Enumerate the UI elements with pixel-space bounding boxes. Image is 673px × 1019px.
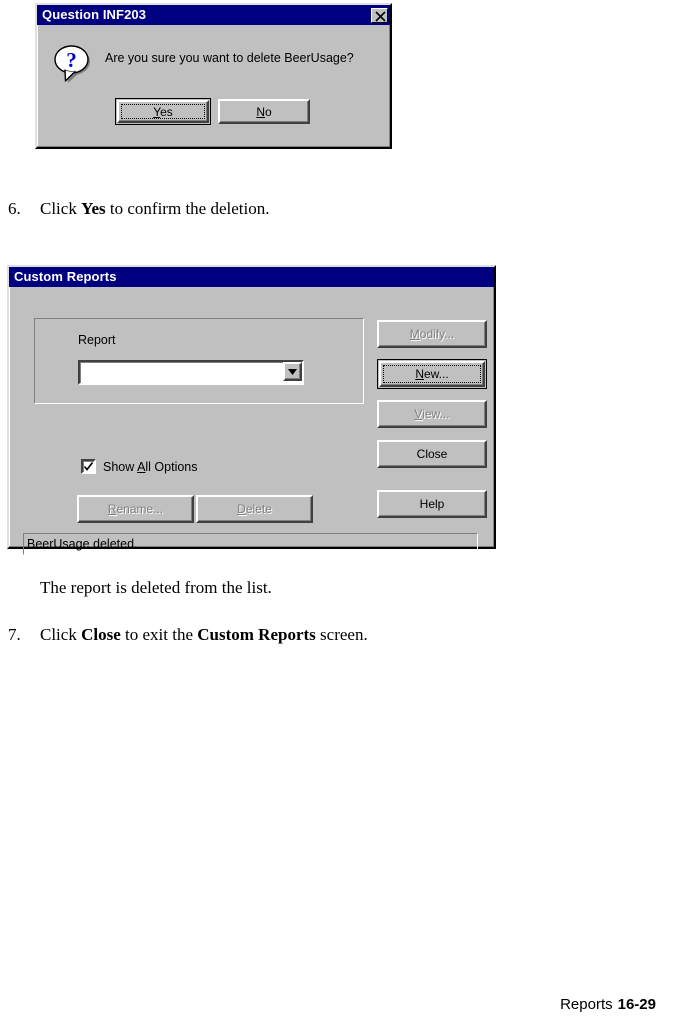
- report-label: Report: [78, 333, 116, 347]
- step-7-text-before: Click: [40, 625, 82, 644]
- modify-button[interactable]: Modify...: [377, 320, 487, 348]
- page-footer: Reports 16-29: [560, 996, 656, 1013]
- checkbox-label-before: Show: [103, 459, 138, 474]
- no-button-label: No: [256, 104, 272, 119]
- status-bar-text: BeerUsage deleted.: [27, 537, 138, 551]
- modify-button-label: Modify...: [409, 327, 455, 341]
- question-dialog: Question INF203 ? Are you sure you want …: [35, 3, 392, 149]
- checkbox-label-after: ll Options: [145, 459, 198, 474]
- step-7-text-middle: to exit the: [120, 625, 198, 644]
- report-combobox-field[interactable]: [78, 360, 304, 385]
- custom-reports-title: Custom Reports: [14, 269, 117, 284]
- yes-button-inner: Yes: [117, 100, 209, 123]
- report-combobox[interactable]: [78, 360, 304, 385]
- show-all-options-row[interactable]: Show All Options: [81, 459, 198, 474]
- step-7-number: 7.: [8, 625, 21, 644]
- view-button[interactable]: View...: [377, 400, 487, 428]
- no-button[interactable]: No: [218, 99, 310, 124]
- close-button[interactable]: Close: [377, 440, 487, 468]
- step-7-text: Click Close to exit the Custom Reports s…: [40, 625, 368, 645]
- step-7-bold-close: Close: [81, 625, 121, 644]
- rename-button[interactable]: Rename...: [77, 495, 194, 523]
- custom-reports-body: Report Show All Options Rename... Delete…: [9, 287, 494, 555]
- step-6-text-after: to confirm the deletion.: [105, 199, 270, 218]
- step-7-bold-custom-reports: Custom Reports: [197, 625, 316, 644]
- close-button-label: Close: [416, 447, 448, 461]
- question-dialog-title: Question INF203: [42, 7, 147, 22]
- svg-text:?: ?: [66, 48, 77, 72]
- help-button-label: Help: [419, 497, 445, 511]
- show-all-options-checkbox[interactable]: [81, 459, 96, 474]
- help-button[interactable]: Help: [377, 490, 487, 518]
- step-6-text-before: Click: [40, 199, 82, 218]
- step-7-text-after: screen.: [315, 625, 368, 644]
- step-6-number: 6.: [8, 199, 21, 218]
- delete-button-label: Delete: [237, 502, 272, 516]
- status-bar: BeerUsage deleted.: [23, 533, 478, 555]
- question-dialog-body: ? Are you sure you want to delete BeerUs…: [37, 25, 390, 147]
- question-dialog-message: Are you sure you want to delete BeerUsag…: [105, 51, 354, 65]
- step-6-text: Click Yes to confirm the deletion.: [40, 199, 269, 219]
- question-dialog-titlebar: Question INF203: [37, 5, 390, 25]
- delete-button[interactable]: Delete: [196, 495, 313, 523]
- question-balloon-icon: ?: [51, 42, 95, 84]
- show-all-options-label: Show All Options: [103, 460, 198, 474]
- chevron-down-icon[interactable]: [283, 362, 302, 381]
- page-footer-label: Reports: [560, 996, 613, 1013]
- report-groupbox: Report: [34, 318, 364, 404]
- custom-reports-window: Custom Reports Report Show All Options R…: [7, 265, 496, 555]
- new-button[interactable]: New...: [377, 359, 487, 389]
- report-input[interactable]: [84, 365, 274, 379]
- custom-reports-titlebar: Custom Reports: [9, 267, 494, 287]
- close-icon[interactable]: [371, 7, 388, 23]
- page-footer-number: 16-29: [617, 996, 656, 1013]
- view-button-label: View...: [414, 407, 450, 421]
- yes-button[interactable]: Yes: [115, 98, 211, 125]
- step-6-bold: Yes: [81, 199, 106, 218]
- new-button-inner: New...: [379, 361, 485, 387]
- step-note-text: The report is deleted from the list.: [40, 578, 272, 597]
- new-button-label: New...: [415, 367, 449, 381]
- rename-button-label: Rename...: [107, 502, 164, 516]
- yes-button-label: Yes: [153, 104, 173, 119]
